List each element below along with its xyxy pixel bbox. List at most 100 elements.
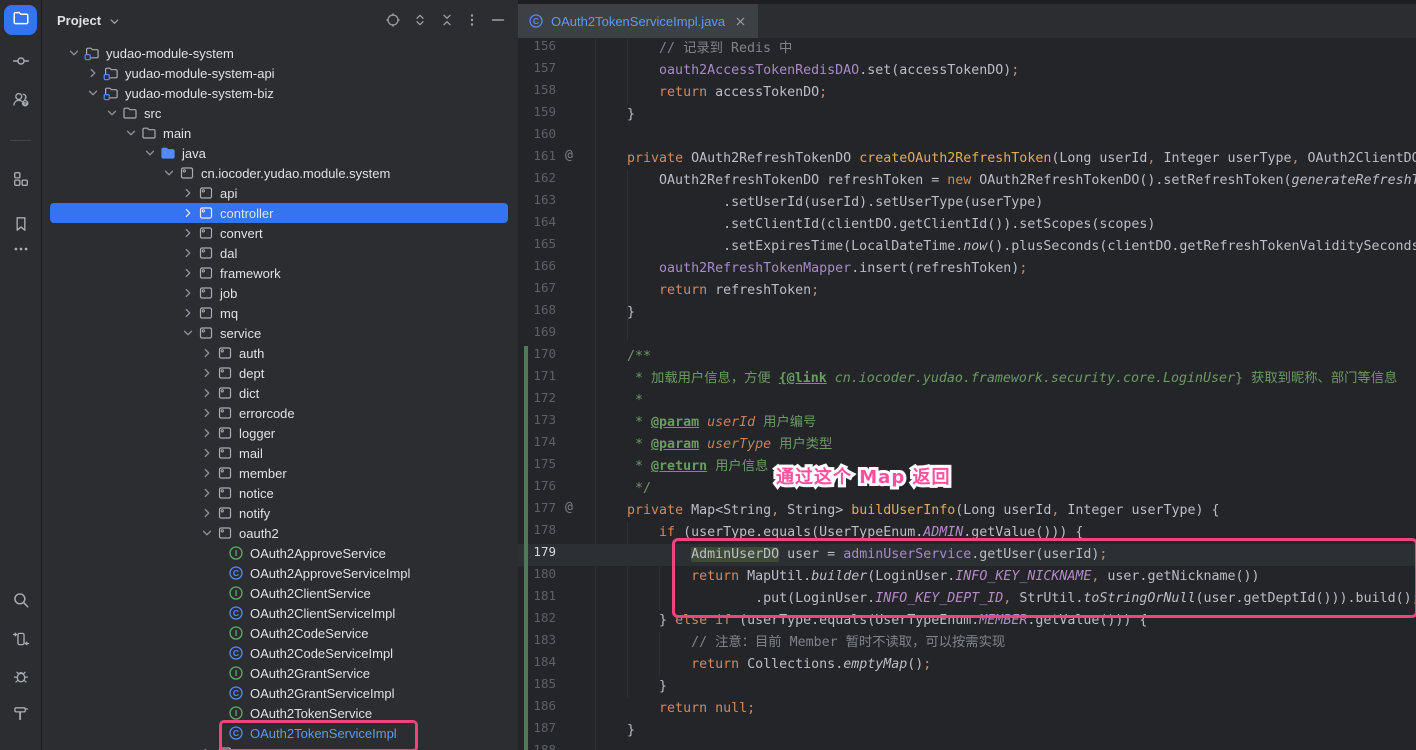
chevron-right-icon[interactable] [180,285,196,301]
line-number[interactable]: 188 [533,742,556,750]
chevron-right-icon[interactable] [85,65,101,81]
code-line-159[interactable]: 159 } [518,104,1416,126]
tree-item-logger[interactable]: logger [41,423,518,443]
code-line-172[interactable]: 172 * [518,390,1416,412]
line-number[interactable]: 156 [533,38,556,53]
code-line-168[interactable]: 168 } [518,302,1416,324]
tree-item-errorcode[interactable]: errorcode [41,403,518,423]
line-number[interactable]: 172 [533,390,556,405]
code-line-170[interactable]: 170 /** [518,346,1416,368]
tree-item-cn-iocoder-yudao-module-system[interactable]: cn.iocoder.yudao.module.system [41,163,518,183]
activity-bar-item-structure[interactable] [4,166,37,196]
tree-item-oauth2codeserviceimpl[interactable]: COAuth2CodeServiceImpl [41,643,518,663]
close-icon[interactable] [733,14,748,29]
chevron-right-icon[interactable] [199,345,215,361]
code-line-181[interactable]: 181 .put(LoginUser.INFO_KEY_DEPT_ID, Str… [518,588,1416,610]
chevron-down-icon[interactable] [199,525,215,541]
chevron-down-icon[interactable] [180,325,196,341]
activity-bar-item-commit[interactable] [4,48,37,78]
code-line-161[interactable]: 161@ private OAuth2RefreshTokenDO create… [518,148,1416,170]
code-line-174[interactable]: 174 * @param userType 用户类型 [518,434,1416,456]
code-line-163[interactable]: 163 .setUserId(userId).setUserType(userT… [518,192,1416,214]
tree-item-job[interactable]: job [41,283,518,303]
activity-bar-item-build[interactable] [4,700,37,730]
code-line-179[interactable]: 179 AdminUserDO user = adminUserService.… [518,544,1416,566]
line-number[interactable]: 171 [533,368,556,383]
chevron-right-icon[interactable] [199,385,215,401]
line-number[interactable]: 157 [533,60,556,75]
code-line-184[interactable]: 184 return Collections.emptyMap(); [518,654,1416,676]
chevron-right-icon[interactable] [199,445,215,461]
tree-item-oauth2approveserviceimpl[interactable]: COAuth2ApproveServiceImpl [41,563,518,583]
code-line-187[interactable]: 187 } [518,720,1416,742]
code-line-165[interactable]: 165 .setExpiresTime(LocalDateTime.now().… [518,236,1416,258]
line-number[interactable]: 166 [533,258,556,273]
tree-item-mq[interactable]: mq [41,303,518,323]
chevron-right-icon[interactable] [199,485,215,501]
chevron-down-icon[interactable] [104,105,120,121]
code-line-188[interactable]: 188 [518,742,1416,750]
tree-item-dept[interactable]: dept [41,363,518,383]
code-line-169[interactable]: 169 [518,324,1416,346]
line-number[interactable]: 180 [533,566,556,581]
code-line-167[interactable]: 167 return refreshToken; [518,280,1416,302]
tree-item-service[interactable]: service [41,323,518,343]
chevron-right-icon[interactable] [180,225,196,241]
code-line-160[interactable]: 160 [518,126,1416,148]
tree-item-api[interactable]: api [41,183,518,203]
tree-item-oauth2approveservice[interactable]: IOAuth2ApproveService [41,543,518,563]
line-number[interactable]: 168 [533,302,556,317]
line-number[interactable]: 165 [533,236,556,251]
line-number[interactable]: 179 [533,544,556,559]
code-line-176[interactable]: 176 */ [518,478,1416,500]
tree-item[interactable] [41,743,518,750]
tree-item-src[interactable]: src [41,103,518,123]
code-line-171[interactable]: 171 * 加载用户信息，方便 {@link cn.iocoder.yudao.… [518,368,1416,390]
line-number[interactable]: 178 [533,522,556,537]
collapse-all-button[interactable] [436,11,458,33]
chevron-right-icon[interactable] [180,205,196,221]
editor-tab[interactable]: C OAuth2TokenServiceImpl.java [518,4,759,38]
line-number[interactable]: 170 [533,346,556,361]
chevron-down-icon[interactable] [85,85,101,101]
tree-item-oauth2grantserviceimpl[interactable]: COAuth2GrantServiceImpl [41,683,518,703]
tree-item-convert[interactable]: convert [41,223,518,243]
tree-item-yudao-module-system-biz[interactable]: yudao-module-system-biz [41,83,518,103]
tree-item-yudao-module-system-api[interactable]: yudao-module-system-api [41,63,518,83]
chevron-right-icon[interactable] [199,505,215,521]
tree-item-oauth2clientserviceimpl[interactable]: COAuth2ClientServiceImpl [41,603,518,623]
chevron-right-icon[interactable] [180,265,196,281]
expand-all-button[interactable] [409,11,431,33]
chevron-right-icon[interactable] [180,185,196,201]
chevron-down-icon[interactable] [142,145,158,161]
activity-bar-item-debug[interactable] [4,663,37,693]
line-number[interactable]: 162 [533,170,556,185]
line-number[interactable]: 185 [533,676,556,691]
code-line-177[interactable]: 177@ private Map<String, String> buildUs… [518,500,1416,522]
line-number[interactable]: 187 [533,720,556,735]
line-number[interactable]: 186 [533,698,556,713]
tree-item-member[interactable]: member [41,463,518,483]
code-line-156[interactable]: 156 // 记录到 Redis 中 [518,38,1416,60]
tree-item-dal[interactable]: dal [41,243,518,263]
hide-panel-button[interactable] [487,11,509,33]
activity-bar-item-project[interactable] [4,5,37,35]
code-line-157[interactable]: 157 oauth2AccessTokenRedisDAO.set(access… [518,60,1416,82]
code-line-175[interactable]: 175 * @return 用户信息 [518,456,1416,478]
options-menu-button[interactable] [461,11,483,33]
line-number[interactable]: 177 [533,500,556,515]
line-number[interactable]: 184 [533,654,556,669]
activity-bar-item-search[interactable] [4,587,37,617]
chevron-down-icon[interactable] [161,165,177,181]
chevron-right-icon[interactable] [199,425,215,441]
project-panel-title[interactable]: Project [57,13,101,28]
tree-item-oauth2grantservice[interactable]: IOAuth2GrantService [41,663,518,683]
line-number[interactable]: 160 [533,126,556,141]
tree-item-framework[interactable]: framework [41,263,518,283]
code-line-164[interactable]: 164 .setClientId(clientDO.getClientId())… [518,214,1416,236]
code-editor[interactable]: 156 // 记录到 Redis 中157 oauth2AccessTokenR… [518,38,1416,750]
chevron-down-icon[interactable] [66,45,82,61]
activity-bar-item-services[interactable] [4,626,37,656]
tree-item-oauth2codeservice[interactable]: IOAuth2CodeService [41,623,518,643]
line-number[interactable]: 159 [533,104,556,119]
